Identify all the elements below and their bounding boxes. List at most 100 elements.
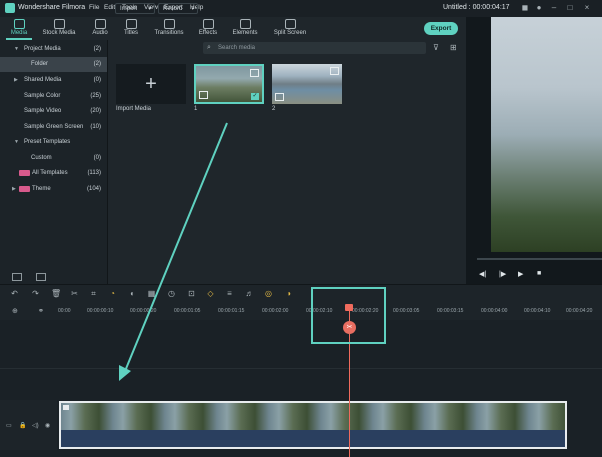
ruler-tick: 00:00:04:10 bbox=[524, 308, 551, 314]
speed-icon[interactable]: ◔ bbox=[108, 289, 117, 298]
caret-down-icon: ▼ bbox=[14, 46, 19, 52]
library-item-custom[interactable]: Custom (0) bbox=[0, 151, 107, 166]
tab-split-screen[interactable]: Split Screen bbox=[270, 17, 310, 40]
delete-icon[interactable]: 🗑 bbox=[51, 289, 61, 298]
visibility-icon[interactable]: ◉ bbox=[45, 422, 50, 429]
menu-edit[interactable]: Edit bbox=[104, 4, 115, 11]
import-media-label: Import Media bbox=[116, 106, 152, 112]
folder-icon[interactable] bbox=[36, 273, 46, 281]
import-media-tile[interactable]: + bbox=[116, 64, 186, 104]
add-track-icon[interactable]: ⊕ bbox=[12, 307, 18, 315]
ruler-tick: 00:00:00:20 bbox=[130, 308, 157, 314]
tab-effects[interactable]: Effects bbox=[194, 17, 222, 40]
stop-icon[interactable]: ■ bbox=[537, 270, 541, 277]
maximize-icon[interactable]: □ bbox=[565, 3, 575, 13]
media-clip-1[interactable]: ✓ bbox=[194, 64, 264, 104]
account-icon[interactable]: ● bbox=[534, 3, 544, 13]
video-type-icon bbox=[199, 91, 208, 99]
checkmark-icon: ✓ bbox=[251, 93, 259, 100]
ruler-tick: 00:00:01:05 bbox=[174, 308, 201, 314]
caret-right-icon: ▶ bbox=[12, 186, 16, 192]
auto-sync-icon[interactable]: ◑ bbox=[284, 289, 293, 298]
search-bar[interactable]: ⌕ Search media bbox=[203, 42, 426, 54]
library-item-sample-video[interactable]: Sample Video (20) bbox=[0, 104, 107, 119]
adjust-icon[interactable]: ≡ bbox=[225, 289, 234, 298]
ruler-tick: 00:00:04:20 bbox=[566, 308, 593, 314]
ruler-tick: 00:00:00:10 bbox=[87, 308, 114, 314]
video-track-header: ▭ 🔒 ◁) ◉ bbox=[0, 400, 57, 450]
new-folder-icon[interactable] bbox=[12, 273, 22, 281]
media-icon bbox=[13, 19, 25, 29]
caret-right-icon: ▶ bbox=[14, 77, 18, 83]
ruler-tick: 00:00:02:00 bbox=[262, 308, 289, 314]
clip-info-icon bbox=[250, 69, 259, 77]
import-dropdown[interactable]: Import ▾ bbox=[115, 3, 155, 14]
library-item-sample-green-screen[interactable]: Sample Green Screen (10) bbox=[0, 120, 107, 135]
freeze-icon[interactable]: ⊡ bbox=[187, 289, 196, 298]
play-pause-step-icon[interactable]: |▶ bbox=[499, 270, 506, 278]
project-title: Untitled : 00:00:04:17 bbox=[443, 4, 510, 11]
library-item-all-templates[interactable]: All Templates (113) bbox=[0, 166, 107, 181]
library-item-sample-color[interactable]: Sample Color (25) bbox=[0, 89, 107, 104]
keyframe-icon[interactable]: ◇ bbox=[206, 289, 215, 298]
tab-titles[interactable]: Titles bbox=[117, 17, 145, 40]
redo-icon[interactable]: ↷ bbox=[31, 289, 40, 298]
media-clip-2[interactable] bbox=[272, 64, 342, 104]
titles-icon bbox=[125, 19, 137, 29]
top-toolbar: Media Stock Media Audio Titles Transitio… bbox=[0, 17, 466, 40]
template-badge-icon bbox=[19, 170, 30, 176]
tab-transitions[interactable]: Transitions bbox=[150, 17, 188, 40]
lock-icon[interactable]: 🔒 bbox=[19, 422, 26, 429]
caret-down-icon: ▼ bbox=[14, 139, 19, 145]
search-input[interactable]: Search media bbox=[218, 45, 255, 51]
plus-icon: + bbox=[145, 73, 157, 95]
library-item-folder[interactable]: Folder (2) bbox=[0, 57, 107, 72]
library-item-theme[interactable]: ▶ Theme (104) bbox=[0, 182, 107, 197]
timer-icon[interactable]: ◷ bbox=[167, 289, 176, 298]
notification-icon[interactable]: ◼ bbox=[520, 3, 530, 13]
effects-icon bbox=[202, 19, 214, 29]
library-item-preset-templates[interactable]: ▼ Preset Templates bbox=[0, 135, 107, 150]
tab-audio[interactable]: Audio bbox=[86, 17, 114, 40]
split-screen-icon bbox=[284, 19, 296, 29]
green-screen-icon[interactable]: ▦ bbox=[147, 289, 156, 298]
title-bar: Wondershare Filmora File Edit Tools View… bbox=[0, 0, 602, 17]
chevron-down-icon: ▾ bbox=[191, 6, 194, 12]
export-button[interactable]: Export bbox=[424, 22, 458, 35]
track-type-icon: ▭ bbox=[6, 423, 12, 429]
preview-frame bbox=[491, 17, 602, 252]
tab-stock-media[interactable]: Stock Media bbox=[38, 17, 80, 40]
annotation-highlight-box bbox=[311, 287, 386, 344]
audio-icon bbox=[94, 19, 106, 29]
cut-icon[interactable]: ✂ bbox=[70, 289, 79, 298]
link-icon[interactable]: ⚭ bbox=[38, 307, 44, 315]
preview-progress-slider[interactable] bbox=[477, 258, 602, 260]
ruler-tick: 00:00:03:05 bbox=[393, 308, 420, 314]
transitions-icon bbox=[163, 19, 175, 29]
tab-elements[interactable]: Elements bbox=[228, 17, 262, 40]
close-icon[interactable]: × bbox=[582, 3, 592, 13]
template-badge-icon bbox=[19, 186, 30, 192]
motion-track-icon[interactable]: ◎ bbox=[264, 289, 273, 298]
clip-1-label: 1 bbox=[194, 106, 198, 112]
menu-file[interactable]: File bbox=[89, 4, 99, 11]
library-item-shared-media[interactable]: ▶ Shared Media (0) bbox=[0, 73, 107, 88]
crop-icon[interactable]: ⌗ bbox=[89, 289, 98, 298]
video-type-icon bbox=[275, 93, 284, 101]
filter-icon[interactable]: ⊽ bbox=[433, 43, 439, 52]
record-dropdown[interactable]: Record ▾ bbox=[158, 3, 198, 14]
color-icon[interactable]: ◐ bbox=[128, 289, 137, 298]
play-icon[interactable]: ▶ bbox=[518, 270, 523, 278]
library-item-project-media[interactable]: ▼ Project Media (2) bbox=[0, 42, 107, 57]
clip-type-icon bbox=[63, 405, 69, 410]
ruler-tick: 00:00:04:00 bbox=[481, 308, 508, 314]
undo-icon[interactable]: ↶ bbox=[10, 289, 19, 298]
ruler-tick: 00:00 bbox=[58, 308, 71, 314]
clip-2-label: 2 bbox=[272, 106, 276, 112]
mute-icon[interactable]: ◁) bbox=[32, 422, 39, 429]
tab-media[interactable]: Media bbox=[4, 17, 34, 40]
previous-frame-icon[interactable]: ◀| bbox=[479, 270, 486, 278]
grid-view-icon[interactable]: ⊞ bbox=[450, 43, 457, 52]
audio-mixer-icon[interactable]: ♬ bbox=[245, 289, 254, 298]
minimize-icon[interactable]: – bbox=[549, 3, 559, 13]
